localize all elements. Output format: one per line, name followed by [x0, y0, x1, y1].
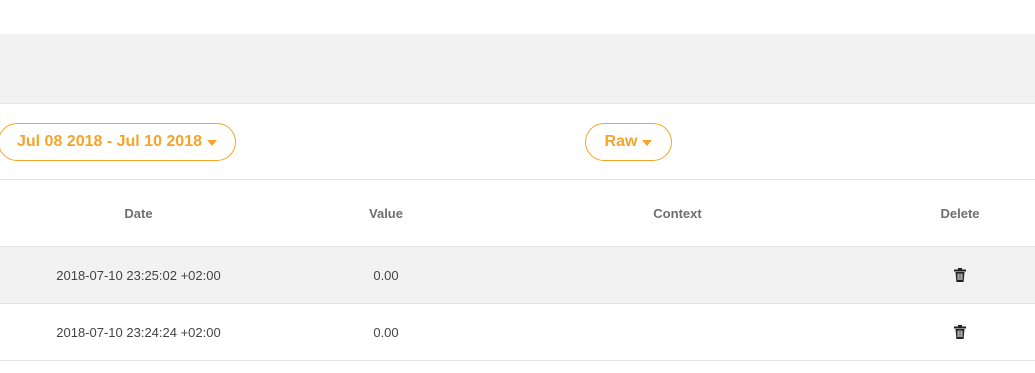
- cell-date: 2018-07-10 23:25:02 +02:00: [56, 267, 221, 283]
- cell-context: [495, 247, 860, 303]
- table-header: Date Value Context Delete: [0, 180, 1035, 247]
- header-band: [0, 34, 1035, 104]
- cell-date: 2018-07-10 23:24:24 +02:00: [56, 324, 221, 340]
- table-row: 2018-07-10 23:25:02 +02:00 0.00: [0, 247, 1035, 304]
- trash-icon[interactable]: [952, 324, 968, 340]
- date-range-label: Jul 08 2018 - Jul 10 2018: [16, 133, 202, 150]
- column-header-delete: Delete: [940, 205, 980, 221]
- column-header-value[interactable]: Value: [277, 180, 495, 246]
- column-header-date[interactable]: Date: [0, 180, 277, 246]
- table-row: 2018-07-10 23:24:24 +02:00 0.00: [0, 304, 1035, 361]
- filter-toolbar: Jul 08 2018 - Jul 10 2018 Raw: [0, 104, 1035, 180]
- cell-context: [495, 304, 860, 360]
- view-mode-label: Raw: [604, 133, 638, 150]
- cell-value: 0.00: [373, 267, 399, 283]
- cell-delete: [886, 304, 1034, 360]
- cell-delete: [886, 247, 1034, 303]
- trash-icon[interactable]: [952, 267, 968, 283]
- cell-value: 0.00: [373, 324, 399, 340]
- caret-down-icon: [207, 140, 217, 146]
- date-range-dropdown[interactable]: Jul 08 2018 - Jul 10 2018: [0, 123, 236, 161]
- top-blank-area: [0, 0, 1035, 34]
- caret-down-icon: [642, 140, 653, 146]
- column-header-context[interactable]: Context: [495, 180, 860, 246]
- view-mode-dropdown[interactable]: Raw: [585, 123, 672, 161]
